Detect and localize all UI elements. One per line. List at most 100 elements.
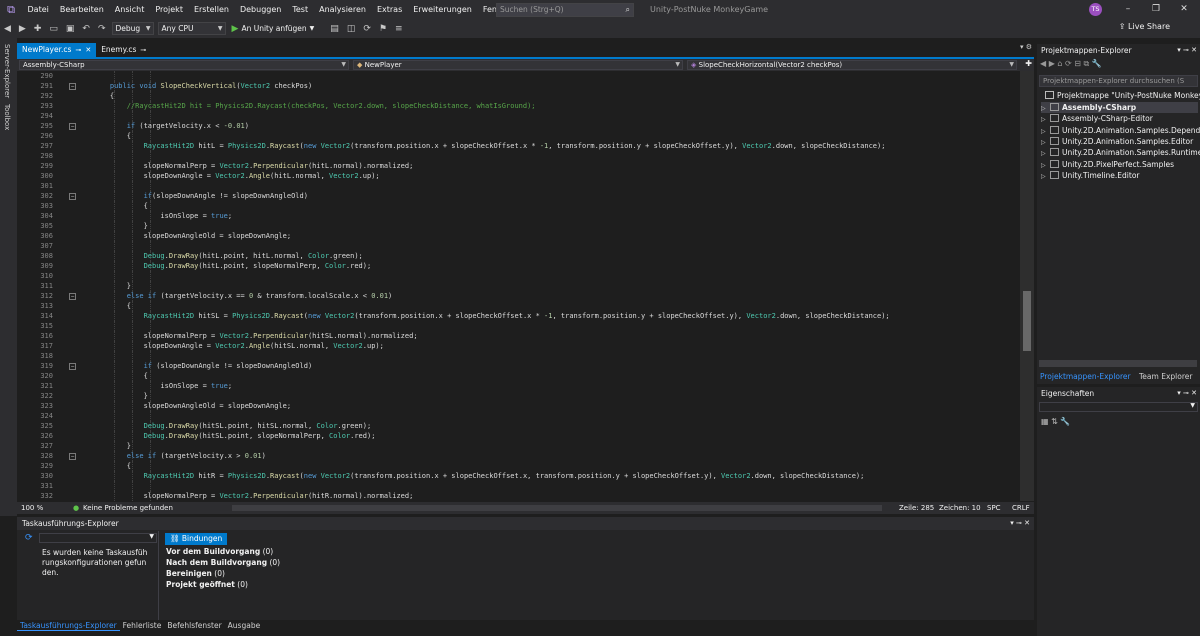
code-line[interactable]: 310 <box>17 271 1020 281</box>
close-window-button[interactable]: ✕ <box>1172 0 1196 19</box>
platform-select[interactable]: Any CPU ▼ <box>157 22 226 35</box>
tab-solution-explorer[interactable]: Projektmappen-Explorer <box>1037 372 1134 381</box>
code-line[interactable]: 326 Debug.DrawRay(hitSL.point, slopeNorm… <box>17 431 1020 441</box>
code-line[interactable]: 323 slopeDownAngleOld = slopeDownAngle; <box>17 401 1020 411</box>
project-node[interactable]: ▷ Unity.2D.Animation.Samples.Runtime <box>1041 147 1200 158</box>
tab-newplayer[interactable]: NewPlayer.cs ⊸ ✕ <box>17 43 97 57</box>
binding-row[interactable]: Nach dem Buildvorgang (0) <box>166 558 280 567</box>
minimize-button[interactable]: – <box>1116 0 1140 19</box>
show-all-icon[interactable]: ⧉ <box>1084 59 1090 68</box>
code-line[interactable]: 295 − if (targetVelocity.x < -0.01) <box>17 121 1020 131</box>
tab-command-window[interactable]: Befehlsfenster <box>164 620 224 631</box>
collapse-icon[interactable]: − <box>69 122 76 130</box>
project-node[interactable]: ▷ Unity.Timeline.Editor <box>1041 170 1198 181</box>
split-editor-icon[interactable]: ✚ <box>1025 59 1032 68</box>
code-line[interactable]: 325 Debug.DrawRay(hitSL.point, hitSL.nor… <box>17 421 1020 431</box>
code-line[interactable]: 321 isOnSlope = true; <box>17 381 1020 391</box>
menu-item-7[interactable]: Analysieren <box>314 0 372 19</box>
horizontal-scrollbar[interactable] <box>232 505 882 511</box>
properties-object-select[interactable]: ▼ <box>1039 402 1198 412</box>
panel-controls-icon[interactable]: ▾ ⊸ ✕ <box>1177 44 1197 57</box>
code-line[interactable]: 315 <box>17 321 1020 331</box>
collapse-icon[interactable]: − <box>69 192 76 200</box>
code-line[interactable]: 308 Debug.DrawRay(hitL.point, hitL.norma… <box>17 251 1020 261</box>
project-node[interactable]: ▷ Unity.2D.PixelPerfect.Samples <box>1041 159 1198 170</box>
avatar[interactable]: TS <box>1089 3 1102 16</box>
server-explorer-tab[interactable]: Server-Explorer <box>3 44 11 98</box>
tab-task-runner[interactable]: Taskausführungs-Explorer <box>17 620 120 631</box>
collapse-icon[interactable]: − <box>69 292 76 300</box>
code-line[interactable]: 301 <box>17 181 1020 191</box>
scrollbar-thumb[interactable] <box>1023 291 1031 351</box>
code-line[interactable]: 311 } <box>17 281 1020 291</box>
code-line[interactable]: 298 <box>17 151 1020 161</box>
back-icon[interactable]: ◀ <box>0 24 15 34</box>
home-icon[interactable]: ⌂ <box>1057 59 1062 68</box>
save-icon[interactable]: ▣ <box>62 24 79 34</box>
open-folder-icon[interactable]: ▭ <box>45 24 62 34</box>
new-project-icon[interactable]: ✚ <box>30 24 46 34</box>
code-line[interactable]: 296 { <box>17 131 1020 141</box>
redo-icon[interactable]: ↷ <box>94 24 110 34</box>
comment-icon[interactable]: ≡ <box>391 24 407 34</box>
class-dropdown[interactable]: ◆ NewPlayer ▼ <box>353 60 683 70</box>
menu-item-3[interactable]: Projekt <box>150 0 189 19</box>
solution-search-input[interactable]: Projektmappen-Explorer durchsuchen (S <box>1039 75 1198 87</box>
browser-icon[interactable]: ▤ <box>326 24 343 34</box>
tab-bindings[interactable]: ⛓ Bindungen <box>165 533 228 545</box>
code-line[interactable]: 299 slopeNormalPerp = Vector2.Perpendicu… <box>17 161 1020 171</box>
tab-output[interactable]: Ausgabe <box>225 620 264 631</box>
code-line[interactable]: 319 − if (slopeDownAngle != slopeDownAngl… <box>17 361 1020 371</box>
collapse-icon[interactable]: ⊟ <box>1074 59 1081 68</box>
code-line[interactable]: 304 isOnSlope = true; <box>17 211 1020 221</box>
code-line[interactable]: 314 RaycastHit2D hitSL = Physics2D.Rayca… <box>17 311 1020 321</box>
code-line[interactable]: 327 } <box>17 441 1020 451</box>
code-line[interactable]: 320 { <box>17 371 1020 381</box>
code-line[interactable]: 300 slopeDownAngle = Vector2.Angle(hitL.… <box>17 171 1020 181</box>
menu-item-0[interactable]: Datei <box>22 0 54 19</box>
menu-item-9[interactable]: Erweiterungen <box>408 0 478 19</box>
categorized-icon[interactable]: ▦ <box>1041 417 1049 426</box>
panel-controls-icon[interactable]: ▾ ⊸ ✕ <box>1010 517 1030 530</box>
vertical-scrollbar[interactable] <box>1020 71 1034 501</box>
project-node[interactable]: ▷ Assembly-CSharp-Editor <box>1041 113 1198 124</box>
forward-icon[interactable]: ▶ <box>1049 59 1055 68</box>
code-editor[interactable]: 290 291 − public void SlopeCheckVertical(V… <box>17 71 1020 501</box>
alphabetical-icon[interactable]: ⇅ <box>1051 417 1058 426</box>
code-line[interactable]: 309 Debug.DrawRay(hitL.point, slopeNorma… <box>17 261 1020 271</box>
code-line[interactable]: 331 <box>17 481 1020 491</box>
code-line[interactable]: 306 slopeDownAngleOld = slopeDownAngle; <box>17 231 1020 241</box>
code-line[interactable]: 297 RaycastHit2D hitL = Physics2D.Raycas… <box>17 141 1020 151</box>
menu-item-2[interactable]: Ansicht <box>109 0 150 19</box>
code-line[interactable]: 303 { <box>17 201 1020 211</box>
member-dropdown[interactable]: ◈ SlopeCheckHorizontal(Vector2 checkPos)… <box>687 60 1017 70</box>
binding-row[interactable]: Projekt geöffnet (0) <box>166 580 248 589</box>
menu-item-8[interactable]: Extras <box>371 0 407 19</box>
forward-icon[interactable]: ▶ <box>15 24 30 34</box>
code-line[interactable]: 293 //RaycastHit2D hit = Physics2D.Rayca… <box>17 101 1020 111</box>
code-line[interactable]: 312 − else if (targetVelocity.x == 0 & tr… <box>17 291 1020 301</box>
code-line[interactable]: 318 <box>17 351 1020 361</box>
solution-horizontal-scrollbar[interactable] <box>1039 360 1197 367</box>
menu-item-5[interactable]: Debuggen <box>234 0 286 19</box>
pin-icon[interactable]: ⊸ <box>140 43 146 57</box>
code-line[interactable]: 305 } <box>17 221 1020 231</box>
code-line[interactable]: 292 { <box>17 91 1020 101</box>
code-line[interactable]: 294 <box>17 111 1020 121</box>
search-input[interactable]: Suchen (Strg+Q) ⌕ <box>496 3 634 17</box>
zoom-level[interactable]: 100 % <box>21 502 43 514</box>
code-line[interactable]: 302 − if(slopeDownAngle != slopeDownAngle… <box>17 191 1020 201</box>
code-line[interactable]: 291 − public void SlopeCheckVertical(Vect… <box>17 81 1020 91</box>
refresh-icon[interactable]: ⟳ <box>25 533 33 543</box>
project-node[interactable]: ▷ Unity.2D.Animation.Samples.Depende <box>1041 125 1200 136</box>
close-icon[interactable]: ✕ <box>85 43 91 57</box>
code-line[interactable]: 330 RaycastHit2D hitR = Physics2D.Raycas… <box>17 471 1020 481</box>
tab-overflow-icon[interactable]: ▾ ⚙ <box>1020 43 1032 51</box>
undo-icon[interactable]: ↶ <box>78 24 94 34</box>
collapse-icon[interactable]: − <box>69 452 76 460</box>
maximize-button[interactable]: ❐ <box>1144 0 1168 19</box>
code-line[interactable]: 313 { <box>17 301 1020 311</box>
code-line[interactable]: 316 slopeNormalPerp = Vector2.Perpendicu… <box>17 331 1020 341</box>
properties-icon[interactable]: 🔧 <box>1092 59 1102 68</box>
menu-item-1[interactable]: Bearbeiten <box>54 0 109 19</box>
